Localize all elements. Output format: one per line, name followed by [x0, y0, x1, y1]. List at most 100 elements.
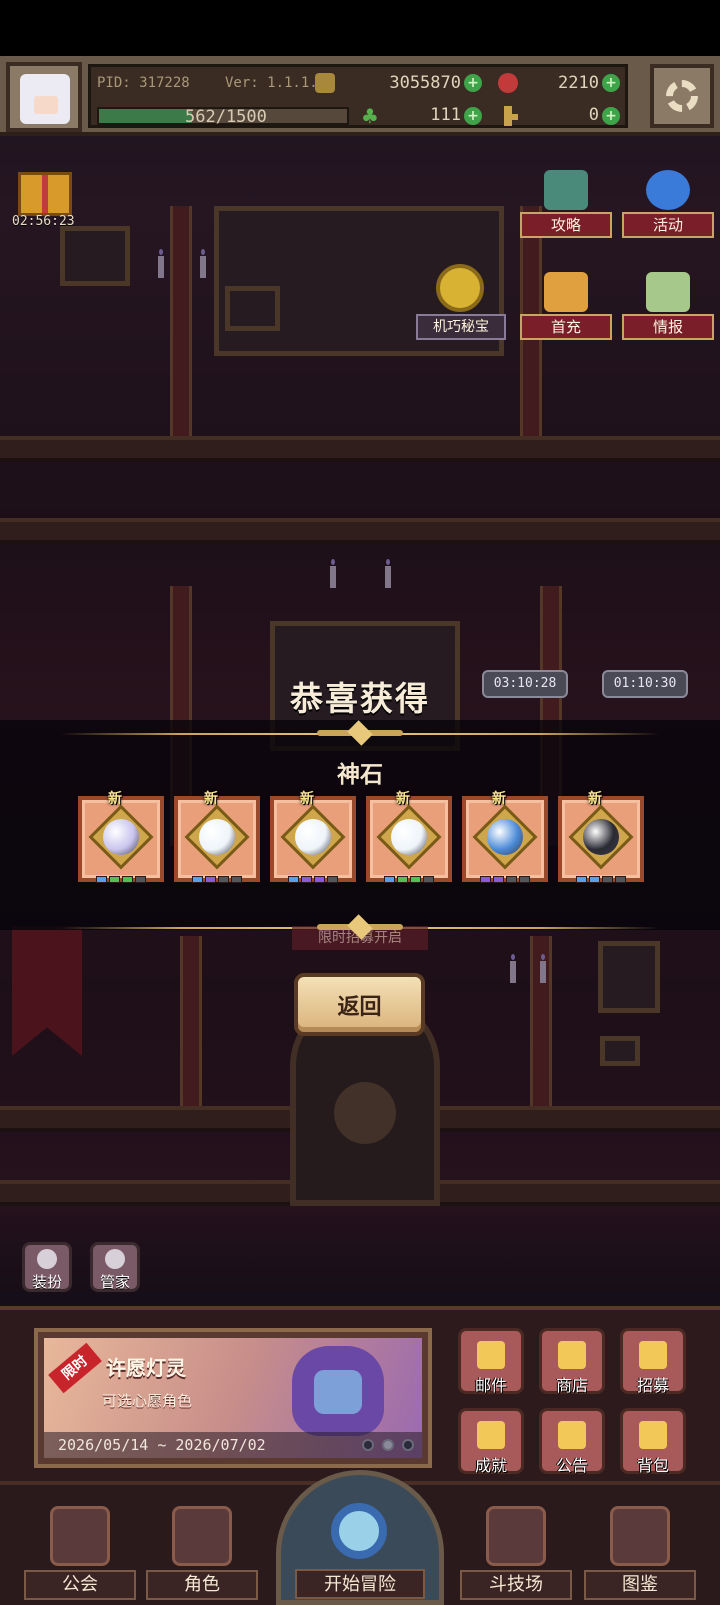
- guide-label: 攻略: [520, 212, 612, 238]
- bag-button[interactable]: 背包: [620, 1408, 686, 1476]
- status-bar: [0, 0, 720, 56]
- gift-timer: 02:56:23: [12, 214, 75, 229]
- chat-bubble-icon: [544, 170, 588, 210]
- player-avatar[interactable]: [6, 62, 82, 132]
- clover-add-icon[interactable]: +: [464, 107, 482, 125]
- nav-codex-label: 图鉴: [584, 1570, 696, 1600]
- character-icon: [172, 1506, 232, 1566]
- achievements-label: 成就: [474, 1456, 507, 1475]
- intel-button[interactable]: 情报: [622, 272, 714, 342]
- mail-button[interactable]: 邮件: [458, 1328, 524, 1396]
- pager-dot[interactable]: [402, 1439, 414, 1451]
- butler-button[interactable]: 管家: [90, 1242, 140, 1292]
- reward-item[interactable]: 新: [558, 791, 644, 883]
- key-amount: 0: [588, 105, 599, 125]
- quality-dots: [576, 868, 628, 883]
- player-id: PID: 317228: [97, 75, 190, 91]
- key-add-icon[interactable]: +: [602, 107, 620, 125]
- nav-guild-label: 公会: [24, 1570, 136, 1600]
- quality-dots: [288, 868, 340, 883]
- event-banner-art: 限时 许愿灯灵 可选心愿角色 2026/05/14 ~ 2026/07/02: [44, 1338, 422, 1458]
- first-recharge-button[interactable]: 首充: [520, 272, 612, 342]
- mech-treasure-label: 机巧秘宝: [416, 314, 506, 340]
- achievements-button[interactable]: 成就: [458, 1408, 524, 1476]
- divine-stone-icon: [295, 819, 331, 855]
- intel-label: 情报: [622, 314, 714, 340]
- magnifier-icon: [331, 1503, 387, 1559]
- gear-treasure-icon: [436, 264, 484, 312]
- ornament-emblem: [317, 919, 403, 935]
- nav-guild[interactable]: 公会: [24, 1506, 136, 1602]
- divine-stone-icon: [103, 819, 139, 855]
- gem-add-icon[interactable]: +: [602, 74, 620, 92]
- reward-title: 恭喜获得: [290, 679, 430, 718]
- pager-dot-active[interactable]: [382, 1439, 394, 1451]
- clover-icon: ♣: [361, 104, 379, 128]
- gift-pack-icon: [544, 272, 588, 312]
- reward-item[interactable]: 新: [174, 791, 260, 883]
- exp-text: 562/1500: [185, 107, 267, 127]
- divine-stone-icon: [391, 819, 427, 855]
- guide-button[interactable]: 攻略: [520, 170, 612, 240]
- reward-category: 神石: [337, 762, 383, 788]
- notice-button[interactable]: 公告: [539, 1408, 605, 1476]
- reward-item[interactable]: 新: [462, 791, 548, 883]
- divine-stone-icon: [199, 819, 235, 855]
- first-recharge-label: 首充: [520, 314, 612, 340]
- gift-icon[interactable]: [18, 172, 72, 216]
- hanger-icon: [37, 1249, 57, 1269]
- gold-coin-icon: [315, 73, 335, 93]
- resource-panel: PID: 317228 Ver: 1.1.1.4 3055870 + 2210 …: [88, 64, 628, 128]
- reward-item[interactable]: 新: [366, 791, 452, 883]
- quality-dots: [384, 868, 436, 883]
- genie-face: [314, 1370, 362, 1414]
- quality-dots: [480, 868, 532, 883]
- cat-face-icon: [105, 1249, 125, 1269]
- events-label: 活动: [622, 212, 714, 238]
- nav-arena-label: 斗技场: [460, 1570, 572, 1600]
- limited-ribbon: 限时: [48, 1342, 102, 1394]
- events-button[interactable]: 活动: [622, 170, 714, 240]
- recruit-button[interactable]: 招募: [620, 1328, 686, 1396]
- gem-amount: 2210: [558, 73, 599, 93]
- quality-dots: [96, 868, 148, 883]
- reward-item[interactable]: 新: [78, 791, 164, 883]
- dress-up-label: 装扮: [31, 1273, 62, 1291]
- nav-adventure-label: 开始冒险: [295, 1569, 425, 1599]
- guild-house-icon: [50, 1506, 110, 1566]
- crossed-swords-icon: [486, 1506, 546, 1566]
- nav-characters-label: 角色: [146, 1570, 258, 1600]
- nav-codex[interactable]: 图鉴: [584, 1506, 696, 1602]
- return-label: 返回: [337, 995, 382, 1020]
- exp-bar-fill: [99, 109, 192, 123]
- gear-icon: [666, 80, 698, 112]
- recruit-label: 招募: [636, 1376, 669, 1395]
- gold-amount: 3055870: [389, 73, 461, 93]
- version-label: Ver: 1.1.1.4: [225, 75, 327, 91]
- divine-stone-icon: [487, 819, 523, 855]
- exp-bar: 562/1500: [97, 107, 349, 127]
- ornament-emblem: [317, 725, 403, 741]
- reward-item[interactable]: 新: [270, 791, 356, 883]
- dress-up-button[interactable]: 装扮: [22, 1242, 72, 1292]
- butler-label: 管家: [99, 1273, 130, 1291]
- nav-characters[interactable]: 角色: [146, 1506, 258, 1602]
- book-icon: [610, 1506, 670, 1566]
- key-icon: [504, 106, 518, 126]
- top-hud: PID: 317228 Ver: 1.1.1.4 3055870 + 2210 …: [0, 56, 720, 136]
- map-icon: [646, 272, 690, 312]
- event-banner[interactable]: 限时 许愿灯灵 可选心愿角色 2026/05/14 ~ 2026/07/02: [34, 1328, 432, 1468]
- settings-button[interactable]: [650, 64, 714, 128]
- clover-amount: 111: [430, 105, 461, 125]
- return-button[interactable]: 返回: [294, 973, 425, 1036]
- event-title: 许愿灯灵: [106, 1356, 186, 1380]
- bag-label: 背包: [636, 1456, 669, 1475]
- mail-label: 邮件: [474, 1376, 507, 1395]
- shop-button[interactable]: 商店: [539, 1328, 605, 1396]
- mech-treasure-button[interactable]: 机巧秘宝: [416, 264, 506, 340]
- gold-add-icon[interactable]: +: [464, 74, 482, 92]
- pager-dot[interactable]: [362, 1439, 374, 1451]
- shop-label: 商店: [555, 1376, 588, 1395]
- event-subtitle: 可选心愿角色: [102, 1392, 193, 1410]
- nav-arena[interactable]: 斗技场: [460, 1506, 572, 1602]
